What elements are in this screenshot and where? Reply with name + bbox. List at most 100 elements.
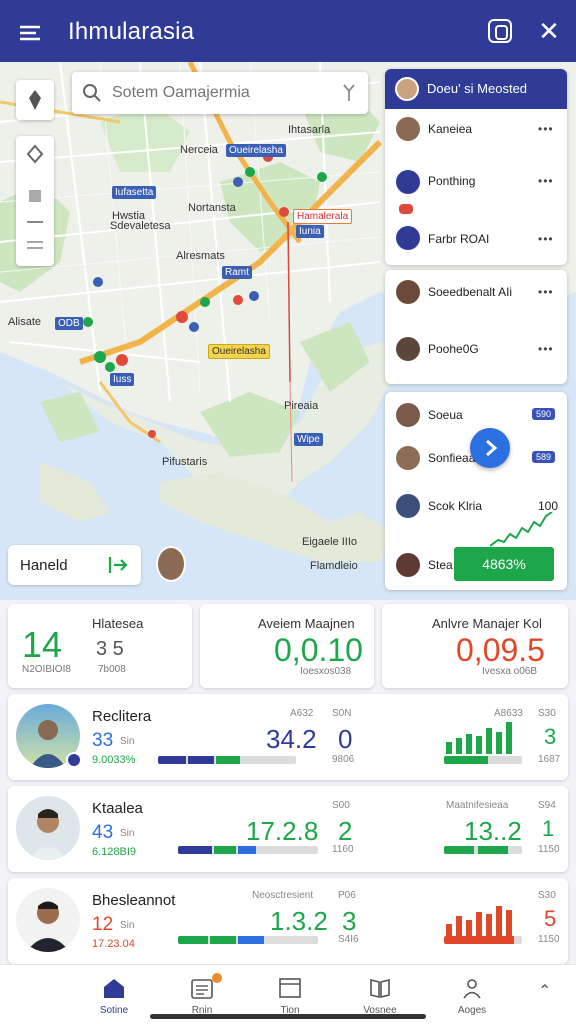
map-tag[interactable]: Oueirelasha: [208, 344, 270, 359]
row-caption: A8633: [494, 708, 523, 719]
navigate-button[interactable]: [470, 428, 510, 468]
progress-bar: [178, 936, 318, 944]
row-value-unit: Sin: [120, 828, 135, 839]
avatar: [395, 77, 419, 101]
layers-icon: [29, 90, 41, 110]
nav-window[interactable]: Tion: [250, 973, 330, 1019]
person-icon: [463, 979, 481, 999]
layers-button[interactable]: [16, 80, 54, 120]
metric-caption: N2OIBIOI8: [22, 664, 71, 675]
map-label: Nortansta: [188, 202, 236, 214]
map-tag[interactable]: Wipe: [294, 433, 323, 446]
window-icon: [279, 978, 301, 998]
map-label: Flamdleio: [310, 560, 358, 572]
row-percent: 6.128BI9: [92, 846, 137, 858]
row-caption: S30: [538, 890, 556, 901]
row-big-value: 17.2.8: [246, 816, 319, 846]
row-caption: 1150: [538, 844, 560, 855]
home-indicator[interactable]: [150, 1014, 426, 1019]
nav-book[interactable]: Vosnee: [340, 973, 420, 1019]
panel-item-value: 100: [538, 499, 559, 513]
row-big-value: 3: [544, 724, 557, 749]
row-bar-chart: [446, 906, 512, 938]
nav-profile[interactable]: Aoges: [432, 973, 512, 1019]
close-icon[interactable]: ✕: [536, 18, 562, 44]
map-tag[interactable]: Ramt: [222, 266, 252, 279]
metric-card-2[interactable]: Aveiem Maajnen 0,0.10 Ioesxos038: [200, 604, 374, 688]
panel-item-label[interactable]: Ponthing: [428, 174, 475, 188]
panel-item-label[interactable]: Poohe0G: [428, 342, 479, 356]
exit-arrow-icon[interactable]: [106, 553, 130, 577]
panel-item-label[interactable]: Kaneiea: [428, 122, 472, 136]
panel-item-label[interactable]: Stea: [428, 558, 453, 572]
panel-item-label[interactable]: Sonfieaa: [428, 451, 475, 465]
list-item[interactable]: Ktaalea 43 Sin 6.128BI9 S00 17.2.8 2 116…: [8, 786, 568, 872]
metric-sub-value: 3 5: [96, 638, 124, 660]
progress-bar: [444, 756, 522, 764]
growth-badge: 4863%: [454, 547, 554, 581]
search-icon: [83, 84, 101, 102]
panel-item-label[interactable]: Soeua: [428, 408, 463, 422]
metric-card-1[interactable]: 14 Hlatesea 3 5 N2OIBIOI8 7b008: [8, 604, 192, 688]
row-name: Reclitera: [92, 708, 152, 725]
map-tag[interactable]: Iufasetta: [112, 186, 157, 199]
row-big-value: 0: [338, 724, 353, 754]
chevron-up-icon[interactable]: ⌃: [538, 981, 551, 1001]
status-badge: [399, 204, 413, 214]
nav-calendar[interactable]: Rnin: [162, 973, 242, 1019]
calendar-icon: [191, 979, 213, 999]
row-caption: S4I6: [338, 934, 359, 945]
progress-bar: [178, 846, 318, 854]
row-caption: A632: [290, 708, 314, 719]
pin-icon[interactable]: [338, 81, 360, 103]
book-icon: [370, 978, 390, 999]
map-label: Nerceia: [180, 144, 218, 156]
nav-home[interactable]: Sotine: [74, 973, 154, 1019]
more-icon[interactable]: •••: [538, 232, 554, 246]
row-percent: 9.0033%: [92, 754, 136, 766]
avatar: [396, 117, 420, 141]
panel-item-label[interactable]: Scok Klria: [428, 499, 482, 513]
map-search: [72, 72, 368, 114]
list-item[interactable]: Bhesleannot 12 Sin 17.23.04 Neosctresien…: [8, 878, 568, 964]
more-icon[interactable]: •••: [538, 342, 554, 356]
row-value-unit: Sin: [120, 920, 135, 931]
avatar: [396, 337, 420, 361]
row-caption: Maatnifesieaa: [446, 800, 509, 811]
progress-bar: [444, 846, 522, 854]
panel-item-label[interactable]: Soeedbenalt AIi: [428, 285, 512, 299]
menu-icon[interactable]: [16, 18, 44, 46]
map-tag[interactable]: Iuss: [110, 373, 135, 386]
metric-caption: 7b008: [98, 664, 126, 675]
row-value: 33: [92, 730, 114, 751]
row-caption: S0N: [332, 708, 352, 719]
map-tag[interactable]: Hamalerala: [293, 209, 353, 224]
metric-value: 14: [22, 624, 63, 665]
avatar: [396, 280, 420, 304]
metric-value: 0,0.10: [274, 632, 363, 668]
row-name: Ktaalea: [92, 800, 143, 817]
row-caption: S30: [538, 708, 556, 719]
map-label: Eigaele IIIo: [302, 536, 358, 548]
row-caption: 1150: [538, 934, 560, 945]
row-big-value: 2: [338, 816, 353, 846]
panel-item-label[interactable]: Farbr ROAI: [428, 232, 489, 246]
map-label: Pireaia: [284, 400, 319, 412]
avatar: [396, 494, 420, 518]
search-input[interactable]: [112, 80, 322, 106]
more-icon[interactable]: •••: [538, 285, 554, 299]
map-tag[interactable]: Oueirelasha: [226, 144, 286, 157]
app-bar: Ihmularasia ✕: [0, 0, 576, 62]
metric-card-3[interactable]: Anlvre Manajer Kol 0,09.5 Ivesxa o06B: [382, 604, 568, 688]
map-tag[interactable]: Iunia: [296, 225, 324, 238]
zoom-icons: [26, 144, 44, 249]
map-tag[interactable]: ODB: [55, 317, 83, 330]
more-icon[interactable]: •••: [538, 174, 554, 188]
row-name: Bhesleannot: [92, 892, 176, 909]
handle-card[interactable]: Haneld: [8, 545, 141, 585]
row-caption: 1160: [332, 844, 354, 855]
avatar: [396, 553, 420, 577]
more-icon[interactable]: •••: [538, 122, 554, 136]
list-item[interactable]: Reclitera 33 Sin 9.0033% A632 S0N 34.2 0…: [8, 694, 568, 780]
window-icon[interactable]: [488, 19, 512, 43]
